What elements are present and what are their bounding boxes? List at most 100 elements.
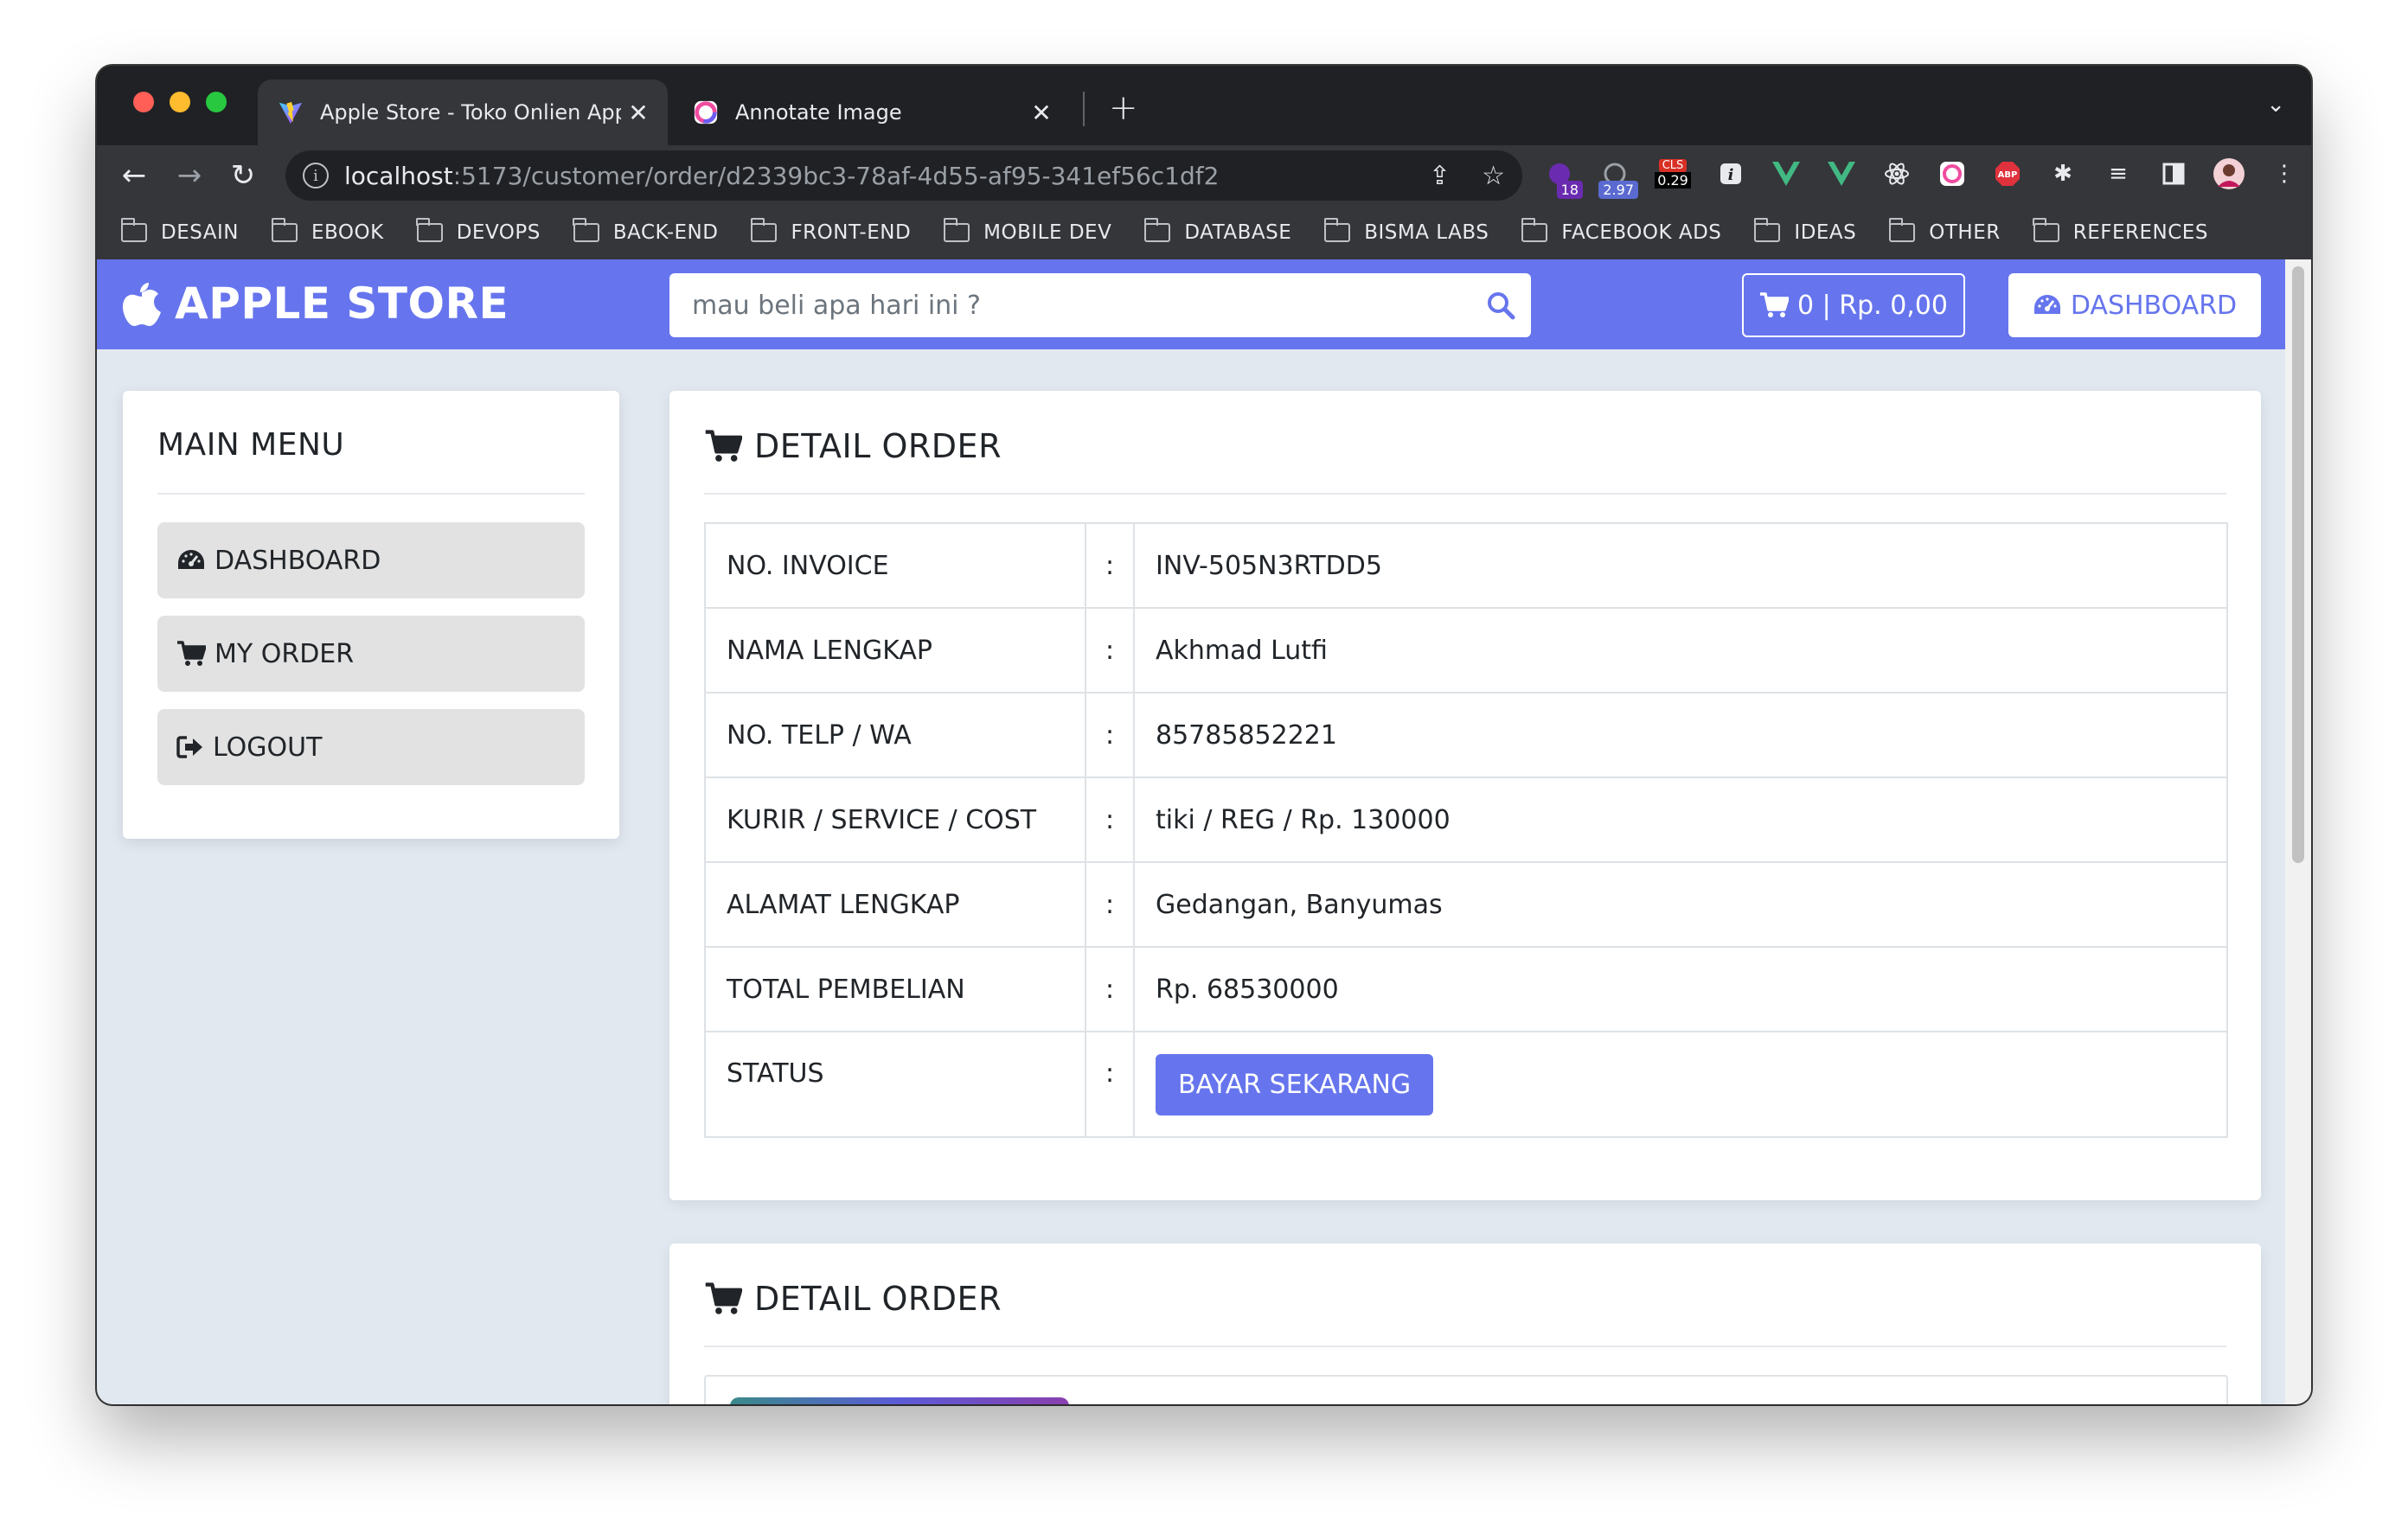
bookmark-folder[interactable]: DATABASE xyxy=(1143,218,1291,244)
new-tab-icon[interactable]: + xyxy=(1109,88,1138,128)
cart-icon xyxy=(1759,292,1789,317)
folder-icon xyxy=(2033,218,2059,242)
bookmark-folder[interactable]: FRONT-END xyxy=(750,218,911,244)
tab-search-chevron-icon[interactable]: ⌄ xyxy=(2266,92,2285,118)
sidebar-item-my-order[interactable]: MY ORDER xyxy=(157,616,585,692)
browser-menu-icon[interactable]: ⋮ xyxy=(2266,156,2302,192)
scrollbar-thumb[interactable] xyxy=(2292,266,2304,863)
bookmark-folder[interactable]: BISMA LABS xyxy=(1323,218,1489,244)
minimize-window-button[interactable] xyxy=(170,92,190,112)
full-name: Akhmad Lutfi xyxy=(1133,607,2228,693)
site-navbar: APPLE STORE 0 | Rp. 0,00 DASHBOARD xyxy=(97,259,2285,349)
page-scrollbar[interactable] xyxy=(2285,259,2311,1404)
bookmark-folder[interactable]: REFERENCES xyxy=(2033,218,2208,244)
folder-icon xyxy=(1888,218,1916,242)
sidebar-item-label: MY ORDER xyxy=(215,638,355,669)
bookmark-label: BISMA LABS xyxy=(1364,221,1489,244)
cart-icon xyxy=(705,430,742,462)
browser-toolbar: ← → ↻ i localhost :5173/customer/order/d… xyxy=(97,145,2311,206)
cart-button[interactable]: 0 | Rp. 0,00 xyxy=(1742,273,1965,337)
maximize-window-button[interactable] xyxy=(206,92,227,112)
tab-title: Annotate Image xyxy=(735,100,902,125)
bookmark-folder[interactable]: MOBILE DEV xyxy=(943,218,1112,244)
bookmark-folder[interactable]: BACK-END xyxy=(573,218,719,244)
folder-icon xyxy=(416,218,443,242)
back-arrow-icon[interactable]: ← xyxy=(112,154,156,197)
folder-icon xyxy=(1323,218,1351,242)
bookmark-folder[interactable]: DEVOPS xyxy=(416,218,541,244)
react-devtools-icon[interactable] xyxy=(1879,156,1915,192)
tab-separator xyxy=(1083,92,1085,126)
table-row: NO. INVOICE : INV-505N3RTDD5 xyxy=(704,522,2228,609)
full-address: Gedangan, Banyumas xyxy=(1133,861,2228,948)
search-input[interactable] xyxy=(669,273,1470,337)
row-label: STATUS xyxy=(704,1031,1086,1138)
bookmark-folder[interactable]: IDEAS xyxy=(1753,218,1856,244)
courier-service-cost: tiki / REG / Rp. 130000 xyxy=(1133,777,2228,863)
brand-logo[interactable]: APPLE STORE xyxy=(123,278,509,329)
sidebar-item-dashboard[interactable]: DASHBOARD xyxy=(157,522,585,598)
url-host: localhost xyxy=(344,161,453,190)
extension-timer-icon[interactable]: 2.97 xyxy=(1597,156,1638,199)
extensions-puzzle-icon[interactable]: ✱ xyxy=(2045,156,2081,192)
side-panel-icon[interactable] xyxy=(2155,156,2192,192)
extension-badge: 18 xyxy=(1556,181,1583,199)
vue-devtools-icon[interactable] xyxy=(1768,156,1804,192)
dashboard-button[interactable]: DASHBOARD xyxy=(2008,273,2261,337)
bookmark-folder[interactable]: OTHER xyxy=(1888,218,2001,244)
tab-close-icon[interactable]: ✕ xyxy=(621,99,656,127)
divider xyxy=(157,493,585,495)
bookmark-folder[interactable]: DESAIN xyxy=(120,218,239,244)
dashboard-label: DASHBOARD xyxy=(2070,290,2238,321)
tachometer-icon xyxy=(178,550,204,569)
bookmark-label: REFERENCES xyxy=(2072,221,2208,244)
extension-cls-icon[interactable]: CLS 0.29 xyxy=(1652,156,1694,192)
site-info-icon[interactable]: i xyxy=(303,163,329,189)
folder-icon xyxy=(271,218,298,242)
row-label: ALAMAT LENGKAP xyxy=(704,861,1086,948)
sidebar-item-label: DASHBOARD xyxy=(215,545,381,576)
table-row: NO. TELP / WA : 85785852221 xyxy=(704,692,2228,778)
bookmark-label: DEVOPS xyxy=(456,221,541,244)
search-icon[interactable] xyxy=(1470,291,1531,320)
vite-icon xyxy=(277,99,304,126)
pay-now-button[interactable]: BAYAR SEKARANG xyxy=(1156,1053,1434,1115)
sidebar-item-logout[interactable]: LOGOUT xyxy=(157,709,585,785)
order-detail-table: NO. INVOICE : INV-505N3RTDD5 NAMA LENGKA… xyxy=(704,522,2228,1138)
brand-name: APPLE STORE xyxy=(175,278,509,329)
row-separator: : xyxy=(1085,946,1135,1032)
close-window-button[interactable] xyxy=(133,92,154,112)
address-bar[interactable]: i localhost :5173/customer/order/d2339bc… xyxy=(285,150,1522,201)
profile-avatar[interactable] xyxy=(2211,156,2247,192)
total-purchase: Rp. 68530000 xyxy=(1133,946,2228,1032)
bookmark-star-icon[interactable]: ☆ xyxy=(1482,161,1505,191)
table-row: KURIR / SERVICE / COST : tiki / REG / Rp… xyxy=(704,777,2228,863)
divider xyxy=(704,1345,2226,1347)
table-row: STATUS : BAYAR SEKARANG xyxy=(704,1031,2228,1138)
folder-icon xyxy=(1753,218,1781,242)
table-row: NAMA LENGKAP : Akhmad Lutfi xyxy=(704,607,2228,693)
bookmark-folder[interactable]: EBOOK xyxy=(271,218,384,244)
folder-icon xyxy=(943,218,970,242)
reload-icon[interactable]: ↻ xyxy=(221,154,265,197)
bookmark-label: OTHER xyxy=(1929,221,2001,244)
tab-apple-store[interactable]: Apple Store - Toko Onlien Apple ✕ xyxy=(258,80,668,145)
reading-list-icon[interactable]: ≡ xyxy=(2100,156,2136,192)
share-icon[interactable]: ⇪ xyxy=(1429,161,1451,191)
svg-text:i: i xyxy=(1728,166,1734,184)
bookmark-folder[interactable]: FACEBOOK ADS xyxy=(1521,218,1721,244)
extension-purple-icon[interactable]: 18 xyxy=(1541,156,1583,199)
vue-devtools-alt-icon[interactable] xyxy=(1823,156,1860,192)
annotate-extension-icon[interactable] xyxy=(1934,156,1970,192)
browser-window: Apple Store - Toko Onlien Apple ✕ Annota… xyxy=(97,66,2311,1404)
extension-info-icon[interactable]: i xyxy=(1713,156,1749,192)
adblock-plus-icon[interactable]: ABP xyxy=(1989,156,2026,192)
tab-annotate-image[interactable]: Annotate Image ✕ xyxy=(673,80,1071,145)
row-separator: : xyxy=(1085,692,1135,778)
sidebar-item-label: LOGOUT xyxy=(213,732,323,763)
tab-close-icon[interactable]: ✕ xyxy=(1024,99,1059,127)
forward-arrow-icon[interactable]: → xyxy=(168,154,211,197)
search-bar xyxy=(669,273,1531,337)
bookmark-label: MOBILE DEV xyxy=(983,221,1112,244)
row-label: NAMA LENGKAP xyxy=(704,607,1086,693)
